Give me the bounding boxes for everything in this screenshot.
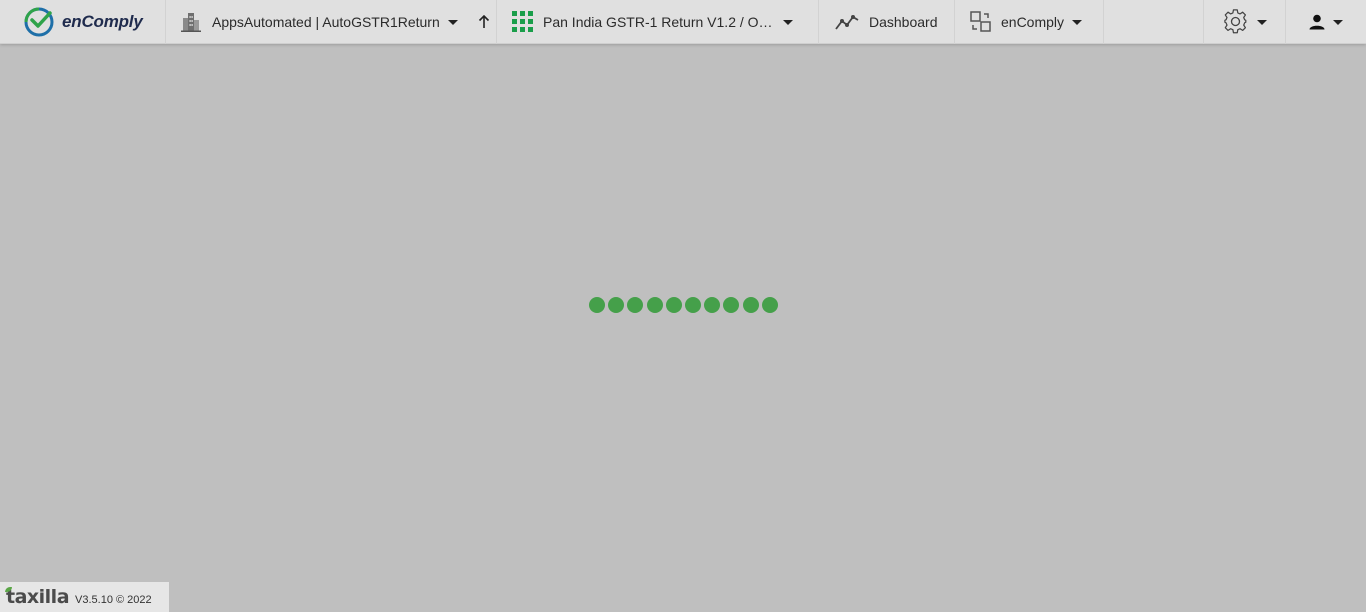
chart-line-icon: [835, 14, 859, 30]
loader-dot: [723, 297, 740, 313]
footer-branding: taxilla V3.5.10 © 2022: [0, 582, 169, 612]
organization-selector[interactable]: AppsAutomated | AutoGSTR1Return: [166, 0, 497, 44]
loader-dot: [684, 297, 701, 313]
app-selector[interactable]: Pan India GSTR-1 Return V1.2 / Out...: [497, 0, 819, 44]
loader-dot: [665, 297, 682, 313]
chevron-down-icon[interactable]: [447, 20, 458, 25]
loader-dot: [742, 297, 759, 313]
app-name: Pan India GSTR-1 Return V1.2 / Out...: [543, 13, 775, 30]
gear-icon: [1223, 8, 1246, 33]
loader-dot: [608, 297, 625, 313]
product-name: enComply: [1001, 13, 1065, 30]
loader-dot: [761, 297, 778, 313]
loader-dot: [646, 297, 663, 313]
header-spacer: [1104, 0, 1204, 44]
loader-dot: [627, 297, 644, 313]
loading-indicator: [589, 297, 781, 314]
app-logo[interactable]: enComply: [0, 0, 166, 44]
product-switcher[interactable]: enComply: [955, 0, 1104, 44]
brand-text: taxilla: [6, 586, 70, 608]
settings-menu[interactable]: [1204, 0, 1286, 44]
version-text: V3.5.10 © 2022: [75, 593, 152, 606]
user-icon: [1309, 14, 1325, 29]
apps-grid-icon: [512, 11, 533, 32]
organization-name: AppsAutomated | AutoGSTR1Return: [212, 13, 440, 30]
dashboard-link[interactable]: Dashboard: [819, 0, 955, 44]
switch-app-icon: [970, 11, 991, 32]
chevron-down-icon[interactable]: [1072, 20, 1083, 25]
top-navigation-bar: enComply AppsAutomated | AutoGSTR1Return: [0, 0, 1366, 44]
loader-dot: [589, 297, 605, 313]
building-icon: [181, 12, 201, 32]
chevron-down-icon[interactable]: [1333, 20, 1343, 25]
arrow-up-icon[interactable]: [478, 14, 490, 29]
taxilla-logo: taxilla: [5, 586, 70, 608]
user-menu[interactable]: [1286, 0, 1366, 44]
chevron-down-icon[interactable]: [783, 20, 793, 25]
logo-text: enComply: [62, 11, 143, 31]
chevron-down-icon[interactable]: [1256, 20, 1267, 25]
encomply-logo-icon: [24, 7, 54, 36]
dashboard-label: Dashboard: [869, 13, 938, 30]
loader-dot: [704, 297, 721, 313]
